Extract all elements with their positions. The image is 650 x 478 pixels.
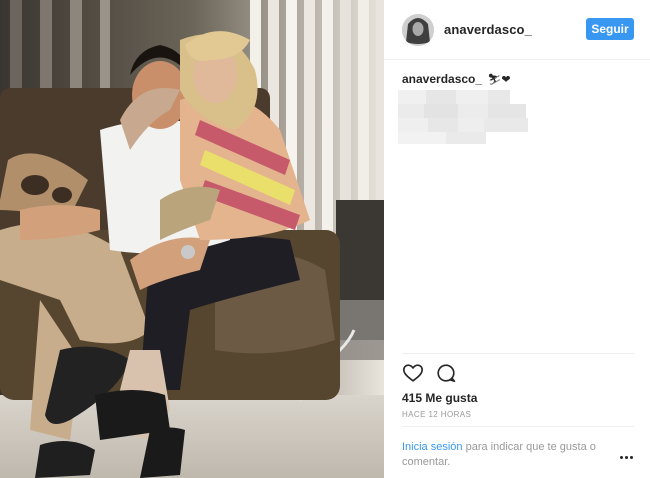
likes-count[interactable]: 415 Me gusta <box>402 391 477 405</box>
footer-divider <box>402 426 634 427</box>
caption-username-link[interactable]: anaverdasco_ <box>402 72 482 86</box>
follow-button[interactable]: Seguir <box>586 18 634 40</box>
actions-divider <box>402 353 634 354</box>
more-options-icon[interactable] <box>620 455 634 461</box>
post-header: anaverdasco_ Seguir <box>384 0 650 60</box>
heart-icon[interactable] <box>402 362 424 384</box>
login-link[interactable]: Inicia sesión <box>402 441 463 453</box>
post-timestamp[interactable]: HACE 12 HORAS <box>402 410 471 419</box>
login-prompt: Inicia sesión para indicar que te gusta … <box>402 440 617 470</box>
instagram-post-embed: anaverdasco_ Seguir anaverdasco_ ⛷❤ 415 … <box>0 0 650 478</box>
post-side-panel: anaverdasco_ Seguir anaverdasco_ ⛷❤ 415 … <box>384 0 650 478</box>
caption-emoji: ⛷❤ <box>487 74 511 86</box>
post-actions-bar <box>402 362 634 386</box>
profile-username-link[interactable]: anaverdasco_ <box>444 22 532 37</box>
post-caption: anaverdasco_ ⛷❤ <box>402 72 634 86</box>
blurred-caption-text <box>398 90 528 146</box>
profile-avatar[interactable] <box>402 14 434 46</box>
post-photo[interactable] <box>0 0 384 478</box>
comment-icon[interactable] <box>435 362 457 384</box>
